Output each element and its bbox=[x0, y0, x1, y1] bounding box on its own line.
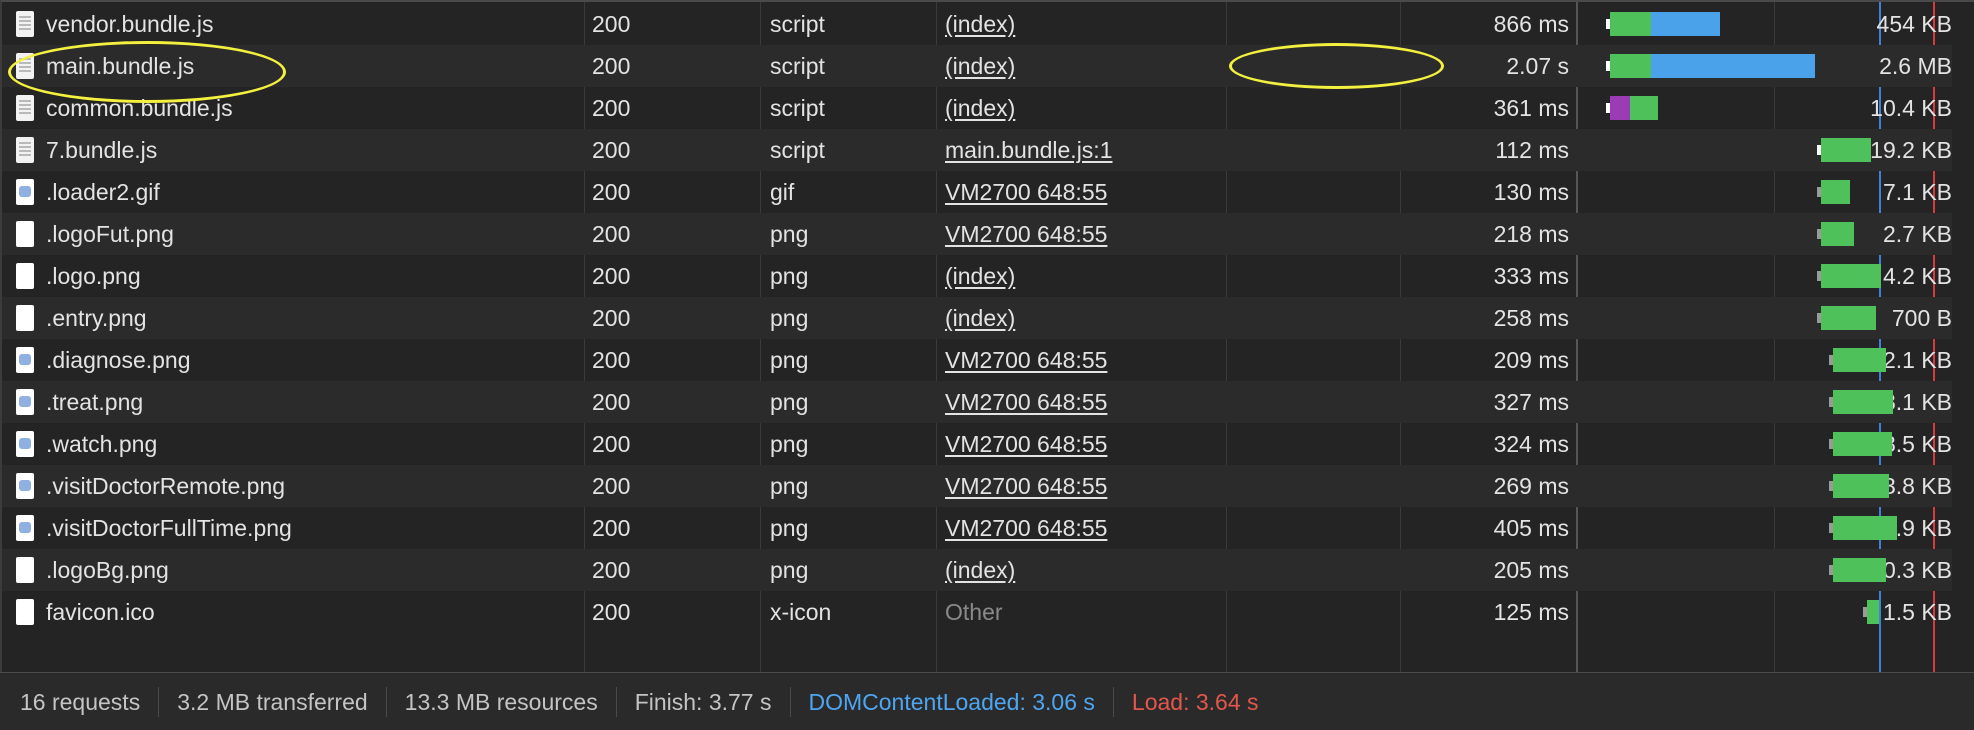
waterfall-download-segment bbox=[1841, 222, 1854, 246]
request-time: 218 ms bbox=[1493, 221, 1569, 247]
network-summary-bar: 16 requests 3.2 MB transferred 13.3 MB r… bbox=[0, 672, 1974, 730]
resource-size: 13.3 MB resources bbox=[387, 686, 617, 717]
waterfall-download-segment bbox=[1650, 54, 1816, 78]
waterfall-wait-segment bbox=[1821, 138, 1862, 162]
request-time: 327 ms bbox=[1493, 389, 1569, 415]
waterfall-download-segment bbox=[1874, 348, 1886, 372]
table-row[interactable]: .entry.png 200 png (index) 700 B 258 ms bbox=[2, 297, 1952, 339]
waterfall-download-segment bbox=[1874, 390, 1893, 414]
table-row[interactable]: .logoBg.png 200 png (index) 10.3 KB 205 ms bbox=[2, 549, 1952, 591]
request-time: 258 ms bbox=[1493, 305, 1569, 331]
load-time: Load: 3.64 s bbox=[1131, 688, 1259, 715]
table-row[interactable]: vendor.bundle.js 200 script (index) 454 KB 86… bbox=[2, 3, 1952, 45]
waterfall-wait-segment bbox=[1610, 12, 1651, 36]
waterfall-wait-segment bbox=[1833, 558, 1875, 582]
network-request-table: vendor.bundle.js 200 script (index) 454 KB 86… bbox=[0, 0, 1974, 674]
waterfall-download-segment bbox=[1874, 558, 1886, 582]
waterfall-download-segment bbox=[1874, 516, 1897, 540]
request-time: 333 ms bbox=[1493, 263, 1569, 289]
table-row[interactable]: .visitDoctorRemote.png 200 png VM2700 648:5… bbox=[2, 465, 1952, 507]
request-time: 130 ms bbox=[1493, 179, 1569, 205]
waterfall-wait-segment bbox=[1833, 348, 1875, 372]
waterfall-wait-segment bbox=[1610, 54, 1651, 78]
table-row[interactable]: main.bundle.js 200 script (index) 2.6 MB 2.07… bbox=[2, 45, 1952, 87]
request-time: 2.07 s bbox=[1506, 53, 1569, 79]
waterfall-download-segment bbox=[1874, 432, 1893, 456]
waterfall-wait-segment bbox=[1821, 306, 1862, 330]
table-row[interactable]: 7.bundle.js 200 script main.bundle.js:1 19.2… bbox=[2, 129, 1952, 171]
finish-time: Finish: 3.77 s bbox=[617, 686, 791, 717]
request-time: 405 ms bbox=[1493, 515, 1569, 541]
waterfall-download-segment bbox=[1871, 600, 1880, 624]
request-time: 125 ms bbox=[1493, 599, 1569, 625]
table-row[interactable]: .visitDoctorFullTime.png 200 png VM2700 648… bbox=[2, 507, 1952, 549]
waterfall-wait-segment bbox=[1821, 180, 1842, 204]
table-row[interactable]: .loader2.gif 200 gif VM2700 648:55 7.1 KB 130… bbox=[2, 171, 1952, 213]
request-time: 361 ms bbox=[1493, 95, 1569, 121]
request-time: 324 ms bbox=[1493, 431, 1569, 457]
waterfall-wait-segment bbox=[1821, 222, 1842, 246]
table-row[interactable]: common.bundle.js 200 script (index) 10.4 KB 3… bbox=[2, 87, 1952, 129]
table-row[interactable]: .watch.png 200 png VM2700 648:55 8.5 KB 324 m… bbox=[2, 423, 1952, 465]
waterfall-wait-segment bbox=[1821, 264, 1862, 288]
transferred-size: 3.2 MB transferred bbox=[159, 686, 387, 717]
waterfall-download-segment bbox=[1874, 474, 1890, 498]
waterfall-download-segment bbox=[1650, 12, 1720, 36]
request-count: 16 requests bbox=[20, 686, 160, 717]
request-time: 269 ms bbox=[1493, 473, 1569, 499]
dom-content-loaded-time: DOMContentLoaded: 3.06 s bbox=[791, 686, 1114, 717]
waterfall-download-segment bbox=[1861, 264, 1881, 288]
table-row[interactable]: .treat.png 200 png VM2700 648:55 8.1 KB 327 m… bbox=[2, 381, 1952, 423]
waterfall-download-segment bbox=[1861, 138, 1871, 162]
request-time: 112 ms bbox=[1495, 137, 1569, 163]
waterfall-wait-segment bbox=[1833, 474, 1875, 498]
waterfall-download-segment bbox=[1861, 306, 1877, 330]
table-row[interactable]: .diagnose.png 200 png VM2700 648:55 12.1 KB 2… bbox=[2, 339, 1952, 381]
waterfall-wait-segment bbox=[1833, 516, 1875, 540]
waterfall-wait-segment bbox=[1833, 390, 1875, 414]
request-time: 205 ms bbox=[1493, 557, 1569, 583]
waterfall-download-segment bbox=[1630, 96, 1658, 120]
table-row[interactable]: .logo.png 200 png (index) 4.2 KB 333 ms bbox=[2, 255, 1952, 297]
waterfall-wait-segment bbox=[1833, 432, 1875, 456]
waterfall-download-segment bbox=[1841, 180, 1850, 204]
waterfall-wait-segment bbox=[1610, 96, 1630, 120]
request-time: 209 ms bbox=[1493, 347, 1569, 373]
request-time: 866 ms bbox=[1493, 11, 1569, 37]
table-row[interactable]: favicon.ico 200 x-icon Other 1.5 KB 125 ms bbox=[2, 591, 1952, 633]
table-row[interactable]: .logoFut.png 200 png VM2700 648:55 2.7 KB 218… bbox=[2, 213, 1952, 255]
